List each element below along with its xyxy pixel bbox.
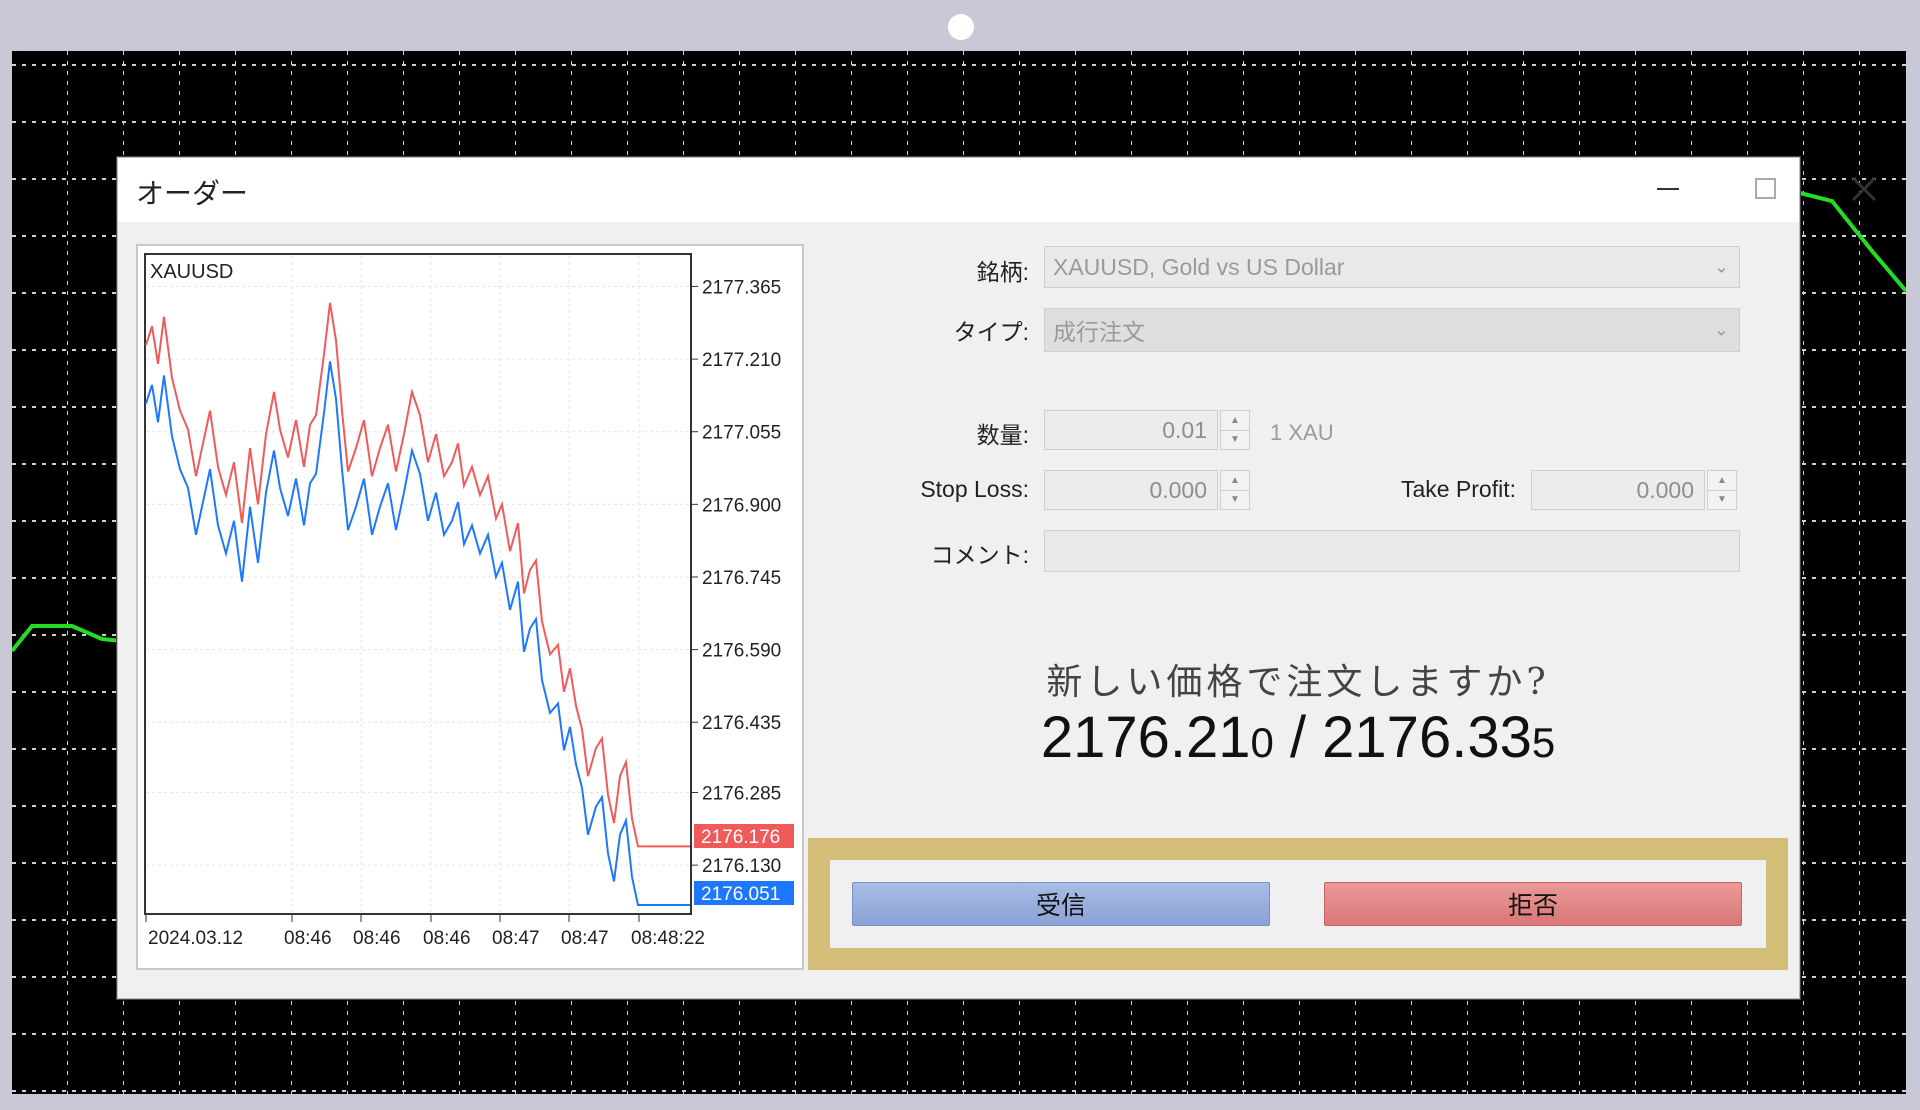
ask-price-tag: 2176.176 xyxy=(701,827,780,848)
close-icon xyxy=(1851,176,1877,202)
take-profit-stepper[interactable]: ▲ ▼ xyxy=(1707,470,1737,510)
camera-dot xyxy=(948,14,974,40)
requote-prices: 2176.210 / 2176.335 xyxy=(808,704,1788,771)
y-tick-label: 2176.435 xyxy=(702,713,781,734)
dialog-title: オーダー xyxy=(136,178,249,209)
tick-chart: XAUUSD 2177.365 2177.210 2177.055 2176.900 2… xyxy=(136,244,804,970)
symbol-select[interactable]: XAUUSD, Gold vs US Dollar ⌄ xyxy=(1044,246,1740,288)
spin-down-icon[interactable]: ▼ xyxy=(1221,429,1249,450)
y-tick-label: 2177.210 xyxy=(702,350,781,371)
symbol-value: XAUUSD, Gold vs US Dollar xyxy=(1053,253,1345,280)
y-tick-label: 2176.285 xyxy=(702,784,781,805)
price-separator: / xyxy=(1273,705,1323,770)
volume-stepper[interactable]: ▲ ▼ xyxy=(1220,410,1250,450)
x-tick-label: 2024.03.12 xyxy=(148,928,243,949)
take-profit-input[interactable]: 0.000 xyxy=(1531,470,1705,510)
reject-button[interactable]: 拒否 xyxy=(1324,882,1742,926)
x-tick-label: 08:46 xyxy=(284,928,332,949)
volume-input[interactable]: 0.01 xyxy=(1044,410,1218,450)
spin-up-icon[interactable]: ▲ xyxy=(1221,411,1249,430)
order-dialog: オーダー XAUUSD 2177.365 2177.210 2177.055 2176… xyxy=(117,157,1877,999)
order-type-value: 成行注文 xyxy=(1053,319,1145,345)
tick-chart-svg: XAUUSD 2177.365 2177.210 2177.055 2176.900 2… xyxy=(144,253,794,949)
x-tick-label: 08:47 xyxy=(492,928,540,949)
minimize-button[interactable] xyxy=(1638,166,1698,212)
y-tick-label: 2176.130 xyxy=(702,856,781,877)
volume-label: 数量: xyxy=(976,422,1029,448)
comment-input[interactable] xyxy=(1044,530,1740,572)
y-tick-label: 2176.590 xyxy=(702,641,781,662)
requote-question: 新しい価格で注文しますか? xyxy=(1046,662,1550,703)
button-highlight-frame: 受信 拒否 xyxy=(808,838,1788,970)
y-tick-label: 2177.365 xyxy=(702,277,781,298)
chart-symbol: XAUUSD xyxy=(150,261,233,283)
y-tick-label: 2177.055 xyxy=(702,423,781,444)
new-bid-price-last-digit: 0 xyxy=(1250,719,1274,766)
order-type-select[interactable]: 成行注文 ⌄ xyxy=(1044,308,1740,352)
new-ask-price: 2176.33 xyxy=(1322,705,1532,770)
x-tick-label: 08:48:22 xyxy=(631,928,705,949)
volume-unit: 1 XAU xyxy=(1270,420,1334,445)
comment-label: コメント: xyxy=(930,542,1029,568)
spin-down-icon[interactable]: ▼ xyxy=(1221,489,1249,510)
stop-loss-input[interactable]: 0.000 xyxy=(1044,470,1218,510)
symbol-label: 銘柄: xyxy=(976,259,1029,285)
y-tick-label: 2176.745 xyxy=(702,568,781,589)
spin-down-icon[interactable]: ▼ xyxy=(1708,489,1736,510)
maximize-icon xyxy=(1755,178,1776,199)
x-tick-label: 08:46 xyxy=(423,928,471,949)
chevron-down-icon: ⌄ xyxy=(1713,319,1729,340)
x-tick-label: 08:47 xyxy=(561,928,609,949)
new-ask-price-last-digit: 5 xyxy=(1531,719,1556,766)
spin-up-icon[interactable]: ▲ xyxy=(1221,471,1249,490)
close-button[interactable] xyxy=(1834,166,1894,212)
stop-loss-stepper[interactable]: ▲ ▼ xyxy=(1220,470,1250,510)
new-bid-price: 2176.21 xyxy=(1040,705,1251,770)
y-tick-label: 2176.900 xyxy=(702,495,781,516)
chevron-down-icon: ⌄ xyxy=(1713,256,1729,277)
button-panel: 受信 拒否 xyxy=(830,860,1766,948)
stop-loss-label: Stop Loss: xyxy=(920,476,1029,502)
minimize-icon xyxy=(1657,188,1679,190)
bid-price-tag: 2176.051 xyxy=(701,884,780,905)
maximize-button[interactable] xyxy=(1735,166,1795,212)
x-tick-label: 08:46 xyxy=(353,928,401,949)
type-label: タイプ: xyxy=(953,319,1029,345)
title-bar[interactable]: オーダー xyxy=(118,158,1877,222)
plot-area xyxy=(144,253,692,915)
take-profit-label: Take Profit: xyxy=(1400,476,1516,502)
spin-up-icon[interactable]: ▲ xyxy=(1708,471,1736,490)
accept-button[interactable]: 受信 xyxy=(852,882,1270,926)
